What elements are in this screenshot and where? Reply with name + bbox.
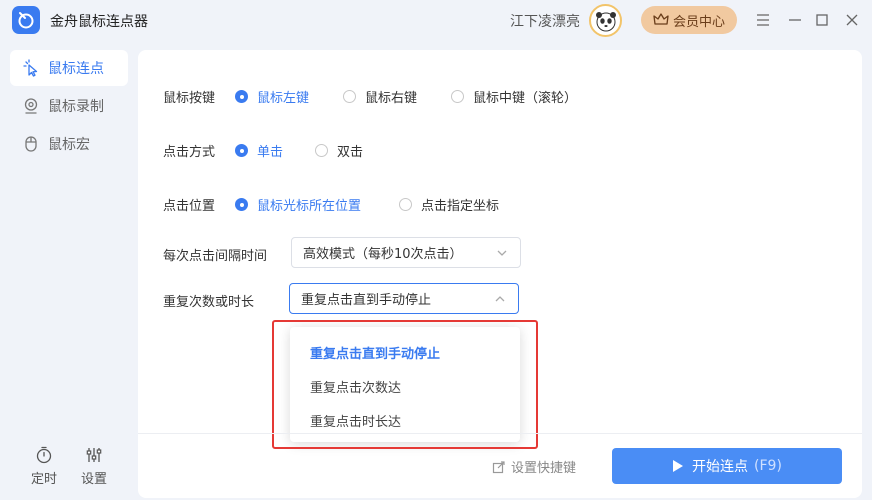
close-button[interactable] (842, 10, 862, 30)
settings-label: 设置 (80, 472, 107, 487)
mouse-icon (25, 136, 37, 152)
radio-label: 鼠标光标所在位置 (257, 199, 362, 214)
set-shortcut-button[interactable]: 设置快捷键 (492, 457, 576, 476)
maximize-button[interactable] (812, 10, 832, 30)
repeat-label: 重复次数或时长 (163, 295, 255, 310)
panda-avatar-icon (595, 11, 616, 31)
sidebar-item-label: 鼠标连点 (48, 61, 104, 77)
interval-value: 高效模式（每秒10次点击） (303, 247, 463, 262)
radio-fixed-coordinate[interactable]: 点击指定坐标 (399, 195, 499, 214)
sidebar: 鼠标连点 鼠标录制 鼠标宏 定时 设置 (0, 40, 136, 500)
user-name[interactable]: 江下凌漂亮 (510, 11, 580, 31)
dropdown-option-count[interactable]: 重复点击次数达 (310, 377, 401, 396)
app-logo-icon (12, 6, 40, 34)
minimize-button[interactable] (785, 10, 805, 30)
set-shortcut-label: 设置快捷键 (511, 461, 577, 476)
settings-button[interactable]: 设置 (74, 446, 114, 490)
radio-dot (343, 90, 356, 103)
interval-select[interactable]: 高效模式（每秒10次点击） (291, 237, 521, 268)
sidebar-item-label: 鼠标宏 (48, 137, 90, 153)
minimize-icon (789, 19, 801, 21)
radio-dot (315, 144, 328, 157)
sidebar-item-mouse-click[interactable]: 鼠标连点 (10, 50, 128, 86)
interval-label: 每次点击间隔时间 (163, 249, 268, 264)
sidebar-item-mouse-macro[interactable]: 鼠标宏 (10, 126, 128, 162)
vip-center-label: 会员中心 (672, 14, 725, 30)
radio-cursor-position[interactable]: 鼠标光标所在位置 (235, 195, 361, 214)
cursor-click-icon (23, 59, 38, 77)
close-icon (846, 14, 858, 26)
chevron-up-icon (495, 296, 505, 302)
timer-label: 定时 (30, 472, 57, 487)
radio-dot (451, 90, 464, 103)
dropdown-option-until-stop[interactable]: 重复点击直到手动停止 (310, 343, 440, 362)
hamburger-icon (757, 14, 769, 26)
radio-label: 鼠标右键 (365, 91, 418, 106)
radio-dot (235, 198, 248, 211)
sidebar-item-label: 鼠标录制 (48, 99, 104, 115)
start-label: 开始连点 (692, 459, 749, 475)
click-mode-label: 点击方式 (163, 145, 216, 160)
maximize-icon (816, 14, 828, 26)
menu-button[interactable] (753, 10, 773, 30)
repeat-dropdown: 重复点击直到手动停止 重复点击次数达 重复点击时长达 (290, 327, 520, 442)
sliders-icon (86, 448, 102, 462)
title-bar: 金舟鼠标连点器 江下凌漂亮 会员中心 (0, 0, 872, 40)
radio-label: 点击指定坐标 (421, 199, 500, 214)
edit-shortcut-icon (492, 460, 505, 473)
radio-label: 单击 (257, 145, 284, 160)
radio-label: 双击 (337, 145, 364, 160)
radio-right-button[interactable]: 鼠标右键 (343, 87, 417, 106)
footer-divider (138, 433, 862, 434)
radio-single-click[interactable]: 单击 (235, 141, 283, 160)
record-icon (24, 98, 38, 114)
radio-dot (235, 144, 248, 157)
timer-icon (36, 446, 52, 464)
crown-icon (653, 13, 669, 25)
play-icon (673, 460, 684, 472)
radio-dot (399, 198, 412, 211)
radio-left-button[interactable]: 鼠标左键 (235, 87, 309, 106)
vip-center-button[interactable]: 会员中心 (641, 6, 737, 34)
repeat-select[interactable]: 重复点击直到手动停止 (289, 283, 519, 314)
mouse-button-label: 鼠标按键 (163, 91, 216, 106)
user-avatar[interactable] (589, 4, 622, 37)
sidebar-item-mouse-record[interactable]: 鼠标录制 (10, 88, 128, 124)
radio-dot (235, 90, 248, 103)
start-hotkey: (F9) (754, 458, 782, 474)
radio-label: 鼠标中键（滚轮） (473, 91, 578, 106)
dropdown-option-duration[interactable]: 重复点击时长达 (310, 411, 401, 430)
app-title: 金舟鼠标连点器 (50, 14, 148, 30)
radio-label: 鼠标左键 (257, 91, 310, 106)
radio-middle-button[interactable]: 鼠标中键（滚轮） (451, 87, 577, 106)
chevron-down-icon (497, 250, 507, 256)
timer-button[interactable]: 定时 (24, 446, 64, 490)
start-clicking-button[interactable]: 开始连点 (F9) (612, 448, 842, 484)
repeat-value: 重复点击直到手动停止 (301, 293, 432, 308)
click-position-label: 点击位置 (163, 199, 216, 214)
radio-double-click[interactable]: 双击 (315, 141, 363, 160)
